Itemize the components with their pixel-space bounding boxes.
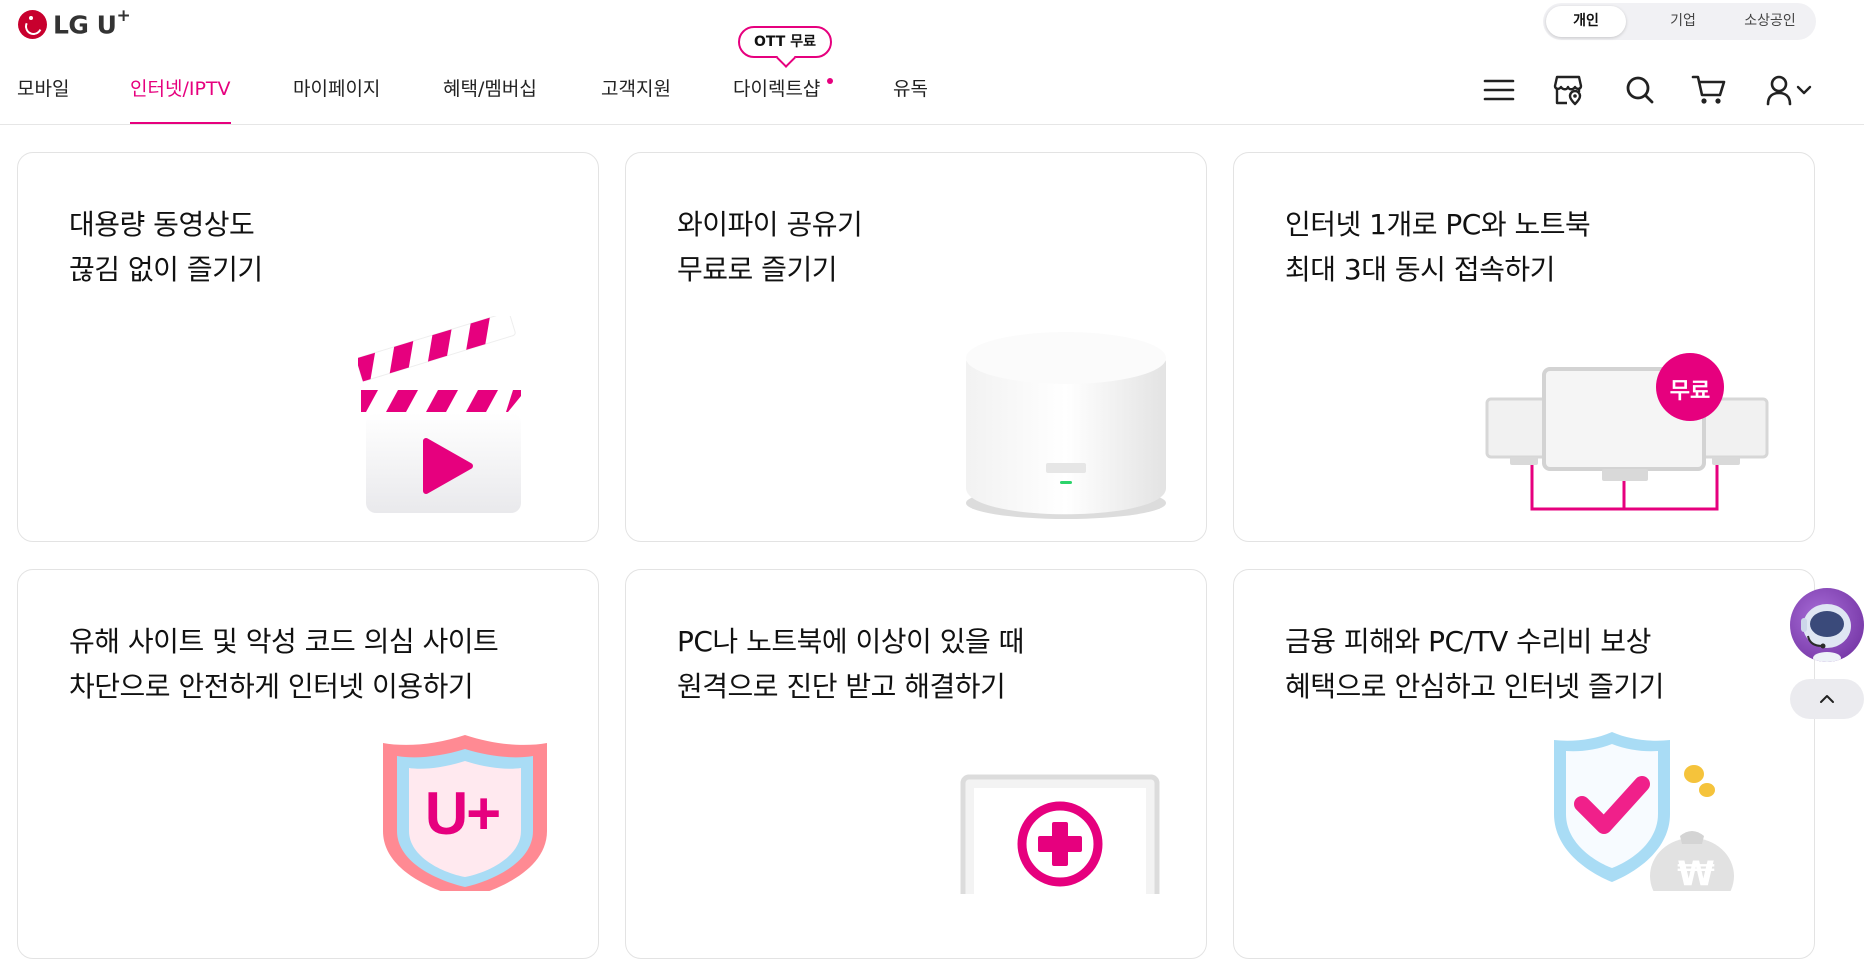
customer-type-switch: 개인 기업 소상공인 xyxy=(1543,3,1816,40)
brand-superscript: + xyxy=(116,5,131,26)
wifi-router-icon xyxy=(956,328,1171,532)
ott-free-label: OTT 무료 xyxy=(754,34,816,50)
chevron-down-icon xyxy=(1796,85,1812,95)
feature-card-streaming[interactable]: 대용량 동영상도 끊김 없이 즐기기 xyxy=(17,152,599,542)
chatbot-button[interactable] xyxy=(1790,588,1864,662)
lg-logo-icon xyxy=(18,9,47,39)
check-shield-money-icon: ₩ xyxy=(1542,726,1742,914)
nav-benefits-membership[interactable]: 혜택/멤버십 xyxy=(443,52,537,124)
segment-personal[interactable]: 개인 xyxy=(1546,6,1626,37)
nav-mobile[interactable]: 모바일 xyxy=(17,52,69,124)
nav-subscription[interactable]: 유독 xyxy=(893,52,928,124)
multi-monitor-icon: 무료 xyxy=(1482,349,1782,523)
user-icon xyxy=(1766,75,1792,106)
uplus-mark: U+ xyxy=(424,780,501,847)
clapperboard-icon xyxy=(355,312,558,520)
menu-icon[interactable] xyxy=(1479,70,1519,110)
won-symbol: ₩ xyxy=(1677,854,1715,894)
card-title: 유해 사이트 및 악성 코드 의심 사이트 차단으로 안전하게 인터넷 이용하기 xyxy=(69,625,499,703)
feature-card-safe-browsing[interactable]: 유해 사이트 및 악성 코드 의심 사이트 차단으로 안전하게 인터넷 이용하기… xyxy=(17,569,599,959)
nav-customer-support[interactable]: 고객지원 xyxy=(601,52,671,124)
feature-card-wifi-router[interactable]: 와이파이 공유기 무료로 즐기기 xyxy=(625,152,1207,542)
feature-card-remote-support[interactable]: PC나 노트북에 이상이 있을 때 원격으로 진단 받고 해결하기 xyxy=(625,569,1207,959)
monitor-plus-icon xyxy=(960,774,1160,910)
brand-name: LG U xyxy=(53,10,117,40)
brand-logo[interactable]: LG U+ xyxy=(18,5,131,40)
feature-card-multi-device[interactable]: 인터넷 1개로 PC와 노트북 최대 3대 동시 접속하기 무료 xyxy=(1233,152,1815,542)
new-indicator-dot xyxy=(827,78,833,84)
chevron-up-icon xyxy=(1820,695,1834,703)
card-title: 와이파이 공유기 무료로 즐기기 xyxy=(677,208,863,286)
segment-business[interactable]: 기업 xyxy=(1643,6,1723,37)
search-icon[interactable] xyxy=(1620,70,1660,110)
card-title: 인터넷 1개로 PC와 노트북 최대 3대 동시 접속하기 xyxy=(1285,208,1591,286)
card-title: 대용량 동영상도 끊김 없이 즐기기 xyxy=(69,208,263,286)
cart-icon[interactable] xyxy=(1689,70,1729,110)
uplus-shield-icon: U+ xyxy=(375,731,555,899)
nav-mypage[interactable]: 마이페이지 xyxy=(293,52,380,124)
nav-internet-iptv[interactable]: 인터넷/IPTV xyxy=(130,52,231,124)
nav-direct-shop[interactable]: 다이렉트샵 xyxy=(733,52,820,124)
chatbot-avatar-icon xyxy=(1801,604,1851,662)
card-title: PC나 노트북에 이상이 있을 때 원격으로 진단 받고 해결하기 xyxy=(677,625,1024,703)
feature-card-damage-compensation[interactable]: 금융 피해와 PC/TV 수리비 보상 혜택으로 안심하고 인터넷 즐기기 ₩ xyxy=(1233,569,1815,959)
free-badge: 무료 xyxy=(1669,379,1711,404)
account-menu[interactable] xyxy=(1759,70,1819,110)
global-header: LG U+ 개인 기업 소상공인 OTT 무료 모바일 인터넷/IPTV 마이페… xyxy=(0,0,1864,125)
scroll-to-top-button[interactable] xyxy=(1790,679,1864,719)
store-location-icon[interactable] xyxy=(1548,70,1588,110)
segment-small-business[interactable]: 소상공인 xyxy=(1726,6,1814,37)
card-title: 금융 피해와 PC/TV 수리비 보상 혜택으로 안심하고 인터넷 즐기기 xyxy=(1285,625,1664,703)
